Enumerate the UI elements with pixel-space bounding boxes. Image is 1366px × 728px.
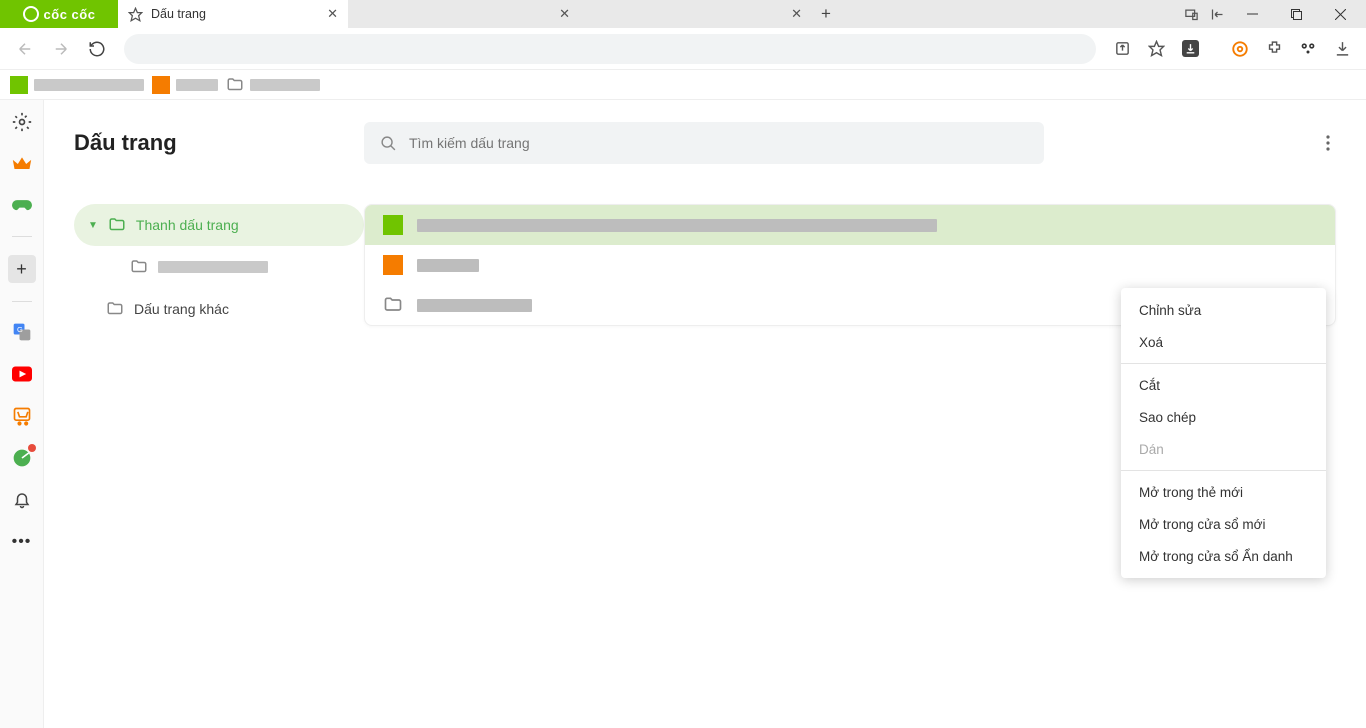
list-row[interactable] (365, 205, 1335, 245)
favicon-orange (383, 255, 403, 275)
redacted-text (34, 79, 144, 91)
close-icon[interactable]: ✕ (559, 6, 570, 22)
tree-item-other[interactable]: Dấu trang khác (74, 288, 364, 330)
import-icon[interactable] (1206, 3, 1228, 25)
gear-icon[interactable] (10, 110, 34, 134)
divider (12, 301, 32, 302)
forward-button[interactable] (46, 34, 76, 64)
divider (12, 236, 32, 237)
folder-icon (108, 216, 126, 234)
download-icon[interactable] (1176, 35, 1204, 63)
extensions-icon[interactable] (1260, 35, 1288, 63)
ctx-open-incognito[interactable]: Mở trong cửa sổ Ẩn danh (1121, 540, 1326, 572)
reload-button[interactable] (82, 34, 112, 64)
tab-title: Dấu trang (151, 7, 206, 21)
gamepad-icon[interactable] (10, 194, 34, 218)
translate-icon[interactable]: G (10, 320, 34, 344)
tab-active[interactable]: Dấu trang ✕ (118, 0, 348, 28)
folder-icon (226, 76, 244, 94)
ctx-open-window[interactable]: Mở trong cửa sổ mới (1121, 508, 1326, 540)
ctx-delete[interactable]: Xoá (1121, 326, 1326, 358)
tree-item-child[interactable] (74, 246, 364, 288)
downloads-tray-icon[interactable] (1328, 35, 1356, 63)
redacted-text (158, 261, 268, 273)
close-icon[interactable]: ✕ (327, 6, 338, 22)
bookmark-item[interactable] (152, 76, 218, 94)
window-controls (1180, 0, 1366, 28)
folder-icon (383, 295, 403, 315)
kebab-menu[interactable] (1320, 129, 1336, 157)
page-header: Dấu trang (74, 122, 1366, 164)
tab-inactive-1[interactable]: ✕ (348, 0, 580, 28)
youtube-icon[interactable] (10, 362, 34, 386)
titlebar: cốc cốc Dấu trang ✕ ✕ ✕ + (0, 0, 1366, 28)
favicon-green (10, 76, 28, 94)
ctx-copy[interactable]: Sao chép (1121, 401, 1326, 433)
context-menu: Chỉnh sửa Xoá Cắt Sao chép Dán Mở trong … (1121, 288, 1326, 578)
cart-icon[interactable] (10, 404, 34, 428)
new-tab-button[interactable]: + (812, 4, 840, 24)
redacted-text (417, 219, 937, 232)
tree-item-root[interactable]: ▼ Thanh dấu trang (74, 204, 364, 246)
folder-icon (130, 258, 148, 276)
list-row[interactable] (365, 245, 1335, 285)
toolbar (0, 28, 1366, 70)
star-icon[interactable] (1142, 35, 1170, 63)
minimize-button[interactable] (1232, 0, 1272, 28)
siderail: + G ••• (0, 100, 44, 728)
search-input[interactable] (409, 135, 1028, 151)
separator (1121, 470, 1326, 471)
brand-label: cốc cốc (44, 7, 96, 22)
close-button[interactable] (1320, 0, 1360, 28)
bookmark-folder[interactable] (226, 76, 320, 94)
devices-icon[interactable] (1180, 3, 1202, 25)
radar-icon[interactable] (10, 446, 34, 470)
bookmark-item[interactable] (10, 76, 144, 94)
svg-text:G: G (17, 325, 23, 334)
chevron-down-icon: ▼ (88, 220, 98, 231)
favicon-green (383, 215, 403, 235)
close-icon[interactable]: ✕ (791, 6, 802, 22)
redacted-text (417, 259, 479, 272)
ctx-open-tab[interactable]: Mở trong thẻ mới (1121, 476, 1326, 508)
folder-tree: ▼ Thanh dấu trang Dấu trang khác (74, 182, 364, 330)
tab-inactive-2[interactable]: ✕ (580, 0, 812, 28)
redacted-text (176, 79, 218, 91)
more-icon[interactable]: ••• (10, 530, 34, 554)
ctx-paste: Dán (1121, 433, 1326, 465)
redacted-text (250, 79, 320, 91)
coccoc-icon (23, 6, 39, 22)
crown-icon[interactable] (10, 152, 34, 176)
maximize-button[interactable] (1276, 0, 1316, 28)
separator (1121, 363, 1326, 364)
brand-logo[interactable]: cốc cốc (0, 0, 118, 28)
coccoc-menu-icon[interactable] (1226, 35, 1254, 63)
page-title: Dấu trang (74, 130, 364, 156)
main-content: Dấu trang ▼ Thanh dấu trang (44, 100, 1366, 728)
search-icon (380, 135, 397, 152)
ctx-edit[interactable]: Chỉnh sửa (1121, 294, 1326, 326)
bookmarks-bar (0, 70, 1366, 100)
search-box[interactable] (364, 122, 1044, 164)
add-button[interactable]: + (8, 255, 36, 283)
bell-icon[interactable] (10, 488, 34, 512)
address-bar[interactable] (124, 34, 1096, 64)
tree-label: Thanh dấu trang (136, 217, 239, 233)
folder-icon (106, 300, 124, 318)
favicon-orange (152, 76, 170, 94)
redacted-text (417, 299, 532, 312)
star-icon (128, 7, 143, 22)
back-button[interactable] (10, 34, 40, 64)
tree-label: Dấu trang khác (134, 301, 229, 317)
share-icon[interactable] (1108, 35, 1136, 63)
ctx-cut[interactable]: Cắt (1121, 369, 1326, 401)
panda-icon[interactable] (1294, 35, 1322, 63)
